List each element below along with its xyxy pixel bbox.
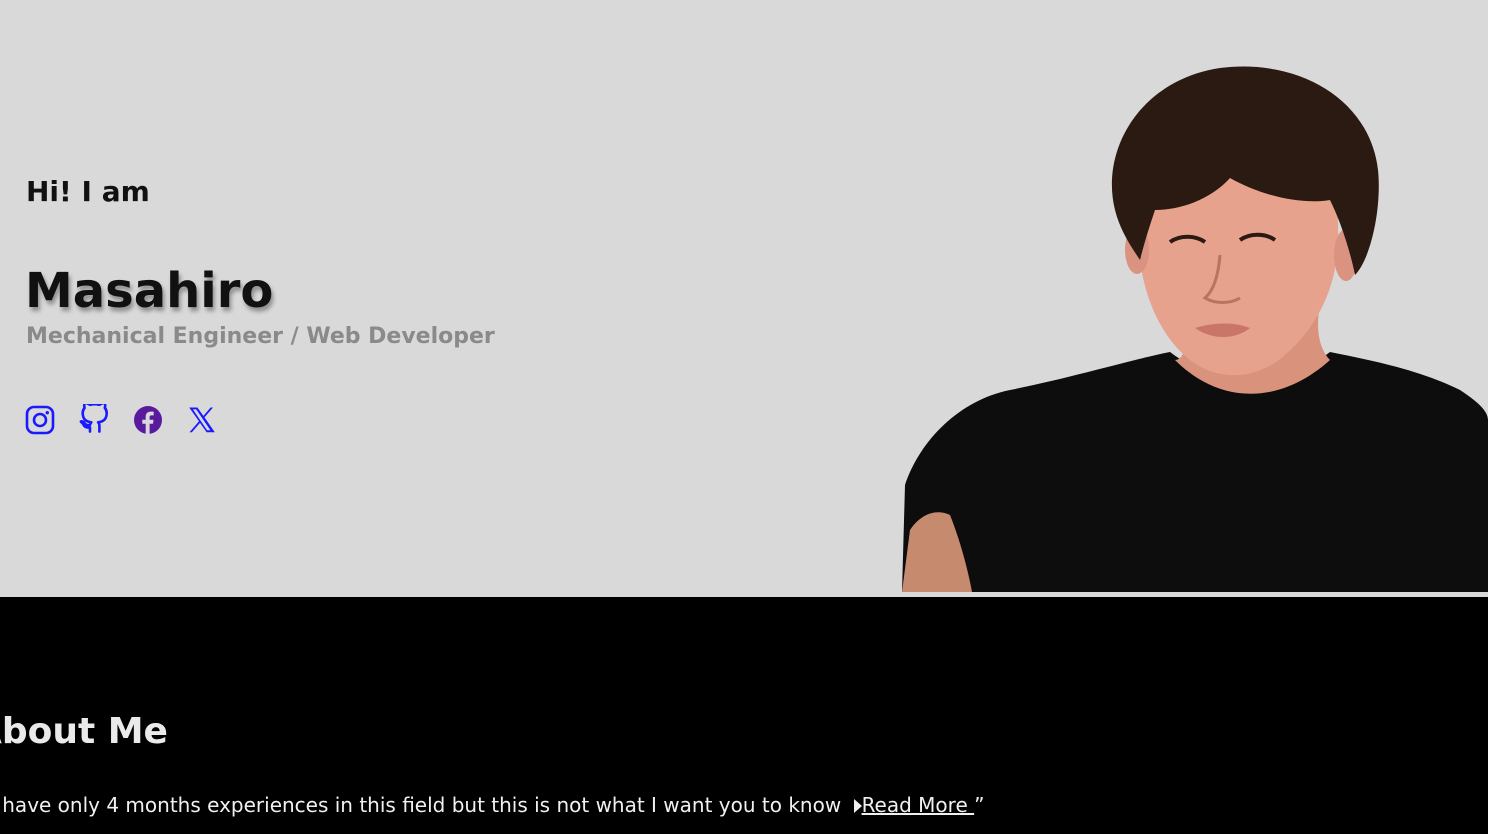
about-section: About Me I have only 4 months experience… [0, 597, 1488, 834]
greeting-text: Hi! I am [26, 175, 150, 208]
about-title: About Me [0, 711, 168, 752]
x-twitter-link[interactable] [186, 404, 218, 436]
play-arrow-icon [853, 799, 862, 813]
hero-name: Masahiro [25, 263, 274, 319]
closing-quote: ” [974, 793, 985, 817]
github-icon [79, 404, 108, 433]
hero-section: Hi! I am Masahiro Mechanical Engineer / … [0, 0, 1488, 597]
instagram-link[interactable] [24, 404, 56, 436]
about-body: I have only 4 months experiences in this… [0, 793, 848, 817]
profile-photo [902, 66, 1488, 592]
social-links [24, 403, 240, 437]
facebook-link[interactable] [132, 404, 164, 436]
hero-role: Mechanical Engineer / Web Developer [26, 324, 495, 349]
facebook-icon [134, 406, 162, 434]
instagram-icon [25, 405, 55, 435]
github-link[interactable] [78, 404, 110, 436]
read-more-link[interactable]: Read More [862, 793, 975, 817]
about-text: I have only 4 months experiences in this… [0, 790, 985, 820]
x-twitter-icon [189, 407, 215, 433]
